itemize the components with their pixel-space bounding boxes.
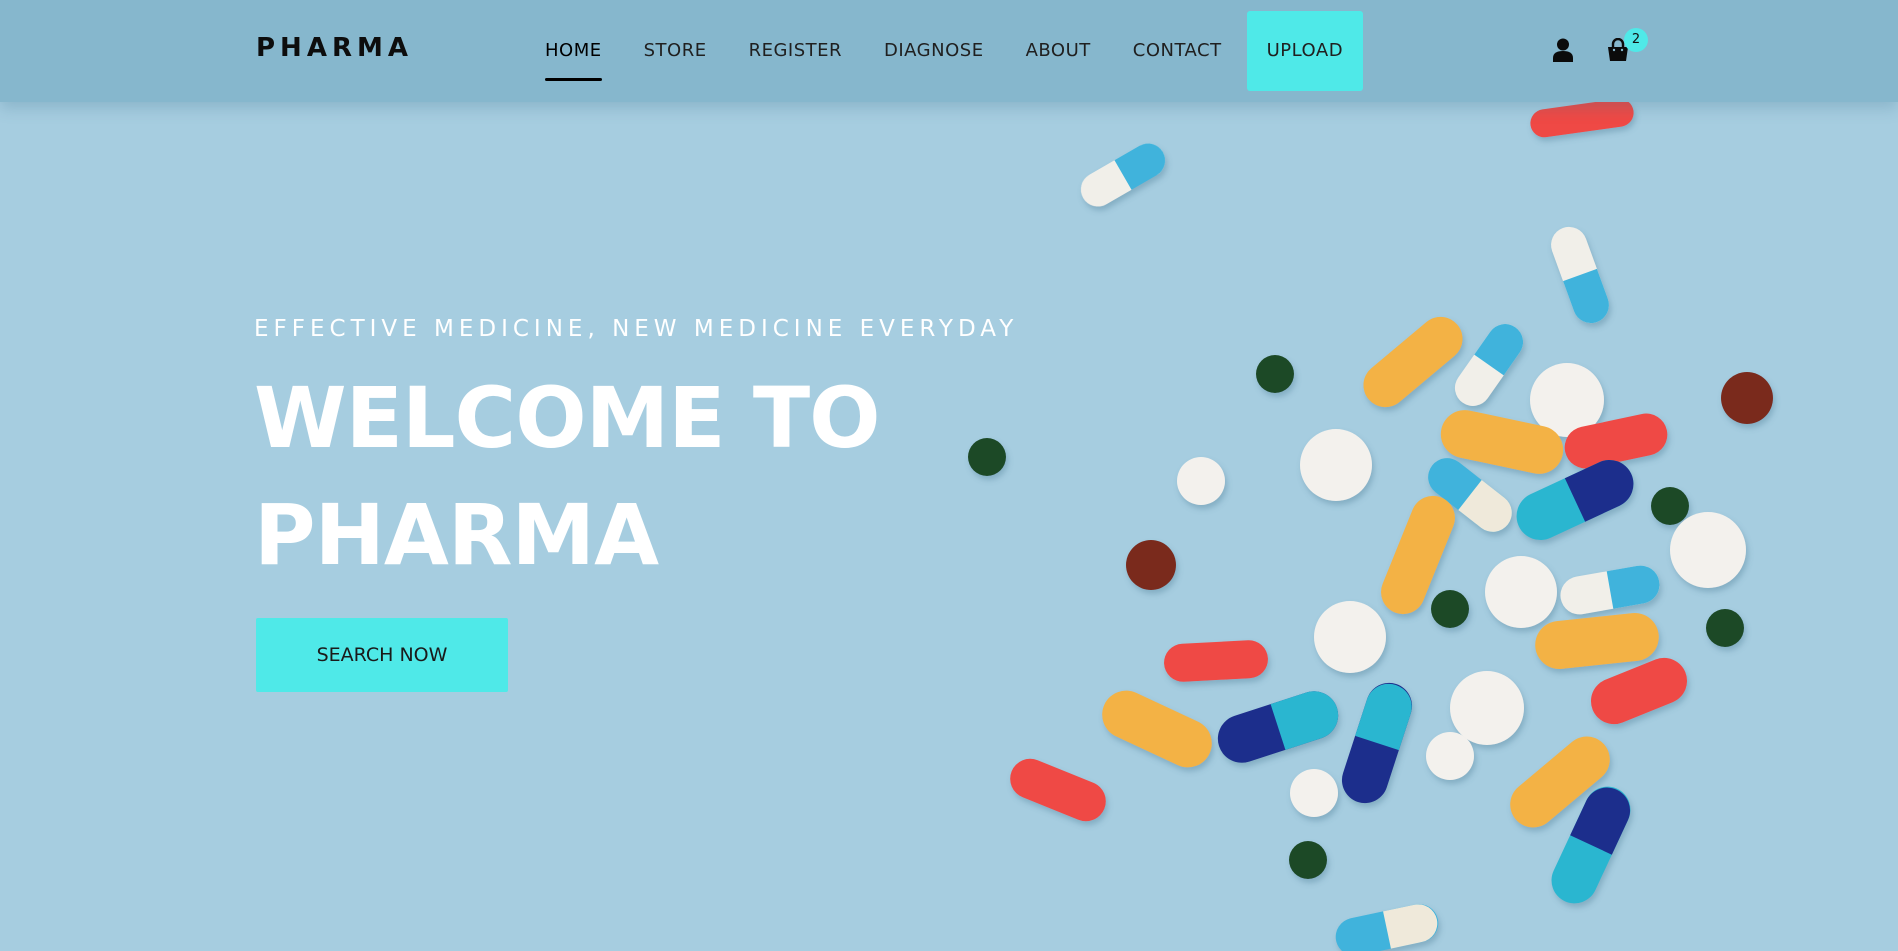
cart-count-badge: 2 xyxy=(1624,28,1648,52)
nav-item-store[interactable]: STORE xyxy=(623,11,728,91)
nav-item-contact[interactable]: CONTACT xyxy=(1112,11,1243,91)
nav-item-home[interactable]: HOME xyxy=(524,11,623,91)
hero-title-line2: PHARMA xyxy=(254,486,659,584)
user-icon[interactable] xyxy=(1552,38,1574,62)
main-nav: HOME STORE REGISTER DIAGNOSE ABOUT CONTA… xyxy=(524,0,1364,102)
hero-tagline: EFFECTIVE MEDICINE, NEW MEDICINE EVERYDA… xyxy=(254,316,1019,342)
hero-section: EFFECTIVE MEDICINE, NEW MEDICINE EVERYDA… xyxy=(254,316,1018,594)
hero-title: WELCOME TO PHARMA xyxy=(254,360,1018,594)
page: PHARMA HOME STORE REGISTER DIAGNOSE ABOU… xyxy=(0,0,1898,951)
nav-item-about[interactable]: ABOUT xyxy=(1005,11,1112,91)
search-now-button[interactable]: SEARCH NOW xyxy=(256,618,508,692)
header-icons: 2 xyxy=(1548,28,1658,74)
nav-item-register[interactable]: REGISTER xyxy=(728,11,863,91)
upload-button[interactable]: UPLOAD xyxy=(1246,11,1364,91)
hero-title-line1: WELCOME TO xyxy=(254,369,881,467)
top-navbar: PHARMA HOME STORE REGISTER DIAGNOSE ABOU… xyxy=(0,0,1898,102)
nav-item-diagnose[interactable]: DIAGNOSE xyxy=(863,11,1005,91)
site-logo[interactable]: PHARMA xyxy=(256,33,413,63)
